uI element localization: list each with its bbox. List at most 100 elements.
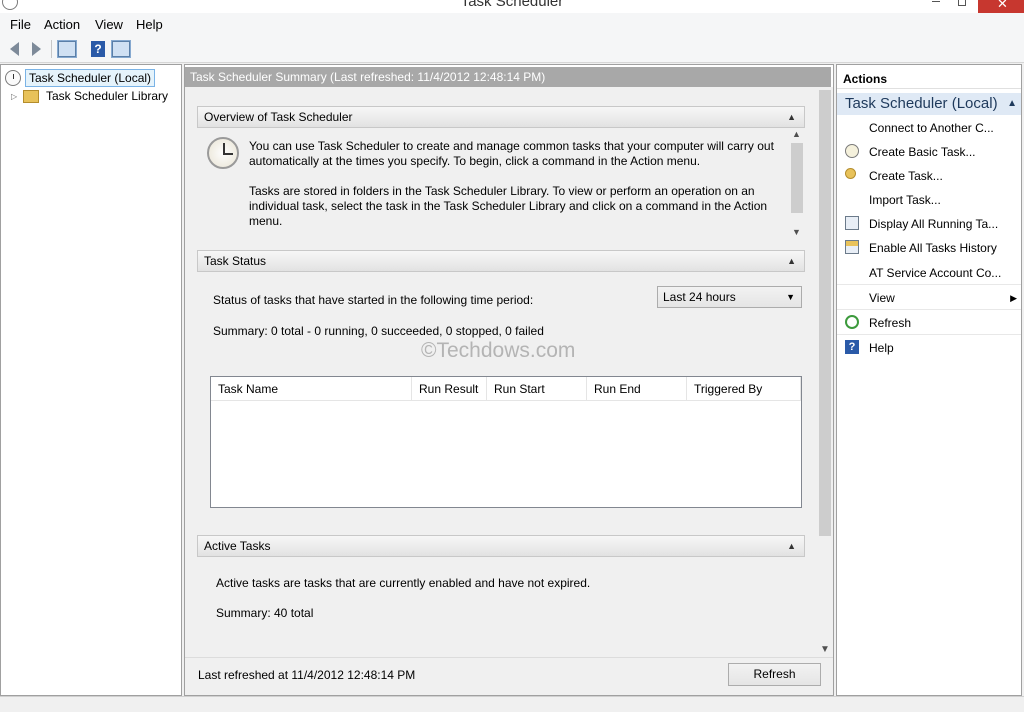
tree-item-task-scheduler-library[interactable]: ▷ Task Scheduler Library	[11, 88, 171, 104]
column-header-task-name[interactable]: Task Name	[211, 377, 412, 401]
section-title: Task Status	[204, 254, 267, 268]
summary-scrollbar[interactable]: ▼	[817, 87, 833, 657]
overview-paragraph-1: You can use Task Scheduler to create and…	[249, 139, 774, 168]
running-tasks-icon	[845, 216, 859, 230]
period-label: Status of tasks that have started in the…	[213, 293, 534, 307]
refresh-button[interactable]: Refresh	[728, 663, 821, 686]
menu-file[interactable]: File	[10, 17, 31, 32]
refresh-icon	[845, 315, 859, 329]
overview-paragraph-2: Tasks are stored in folders in the Task …	[249, 184, 768, 228]
tree-item-label: Task Scheduler (Local)	[25, 69, 156, 87]
expand-arrow-icon[interactable]: ▷	[11, 92, 21, 101]
menu-view[interactable]: View	[95, 17, 123, 32]
summary-body: Overview of Task Scheduler ▲ You can use…	[185, 87, 817, 657]
action-enable-tasks-history[interactable]: Enable All Tasks History	[837, 236, 1021, 260]
column-header-triggered-by[interactable]: Triggered By	[687, 377, 801, 401]
show-hide-console-tree-button[interactable]	[57, 39, 77, 59]
back-arrow-icon	[9, 42, 19, 56]
scroll-down-icon[interactable]: ▼	[820, 644, 830, 655]
collapse-icon[interactable]: ▲	[787, 251, 796, 271]
action-view[interactable]: View ▶	[837, 286, 1021, 310]
maximize-button[interactable]	[958, 0, 966, 6]
watermark: ©Techdows.com	[421, 339, 576, 362]
help-button[interactable]: ?	[88, 39, 108, 59]
active-tasks-description: Active tasks are tasks that are currentl…	[216, 576, 591, 590]
time-period-select[interactable]: Last 24 hours ▼	[657, 286, 802, 308]
last-refreshed-text: Last refreshed at 11/4/2012 12:48:14 PM	[198, 668, 416, 682]
summary-pane: Task Scheduler Summary (Last refreshed: …	[184, 64, 834, 696]
section-title: Active Tasks	[204, 539, 271, 553]
submenu-arrow-icon: ▶	[1010, 293, 1017, 303]
task-status-table[interactable]: Task Name Run Result Run Start Run End T…	[210, 376, 802, 508]
toolbar-separator	[51, 40, 52, 58]
actions-heading: Actions	[837, 69, 1021, 89]
task-status-summary: Summary: 0 total - 0 running, 0 succeede…	[213, 324, 544, 338]
action-connect-to-another-computer[interactable]: Connect to Another C...	[837, 116, 1021, 140]
action-label: Refresh	[869, 316, 912, 330]
overview-content: You can use Task Scheduler to create and…	[197, 129, 805, 237]
action-label: Help	[869, 341, 894, 355]
toolbar: ?	[0, 36, 1024, 63]
action-create-basic-task[interactable]: Create Basic Task...	[837, 140, 1021, 164]
close-button[interactable]: ✕	[978, 0, 1024, 13]
task-status-section-header[interactable]: Task Status ▲	[197, 250, 805, 272]
window-title: Task Scheduler	[460, 0, 564, 10]
scroll-thumb[interactable]	[819, 90, 831, 536]
active-tasks-summary: Summary: 40 total	[216, 606, 314, 620]
collapse-icon[interactable]: ▲	[787, 536, 796, 556]
minimize-button[interactable]	[932, 0, 940, 2]
action-label: Connect to Another C...	[869, 121, 994, 135]
console-tree: Task Scheduler (Local) ▷ Task Scheduler …	[0, 64, 182, 696]
show-hide-action-pane-button[interactable]	[111, 39, 131, 59]
collapse-icon[interactable]: ▲	[1007, 93, 1017, 115]
back-button[interactable]	[4, 39, 24, 59]
action-label: Create Task...	[869, 169, 943, 183]
basic-task-icon	[845, 144, 859, 158]
scroll-up-icon[interactable]: ▲	[792, 129, 801, 139]
scroll-down-icon[interactable]: ▼	[792, 227, 801, 237]
column-header-run-end[interactable]: Run End	[587, 377, 687, 401]
task-scheduler-clock-icon	[207, 137, 239, 169]
actions-group-header[interactable]: Task Scheduler (Local) ▲	[837, 93, 1021, 115]
section-title: Overview of Task Scheduler	[204, 110, 353, 124]
status-bar	[0, 696, 1024, 712]
active-tasks-section-header[interactable]: Active Tasks ▲	[197, 535, 805, 557]
menu-help[interactable]: Help	[136, 17, 163, 32]
scroll-thumb[interactable]	[791, 143, 803, 213]
overview-scrollbar[interactable]: ▲ ▼	[789, 129, 805, 237]
actions-group-title: Task Scheduler (Local)	[845, 95, 998, 112]
tree-item-label: Task Scheduler Library	[46, 89, 169, 103]
forward-button[interactable]	[26, 39, 46, 59]
active-tasks-content: Active tasks are tasks that are currentl…	[197, 558, 805, 638]
help-icon: ?	[845, 340, 859, 354]
action-at-service-account[interactable]: AT Service Account Co...	[837, 261, 1021, 285]
summary-footer: Last refreshed at 11/4/2012 12:48:14 PM …	[185, 657, 833, 695]
help-icon: ?	[91, 41, 105, 57]
action-help[interactable]: ? Help	[837, 336, 1021, 360]
collapse-icon[interactable]: ▲	[787, 107, 796, 127]
menu-bar: File Action View Help	[0, 13, 1024, 36]
forward-arrow-icon	[31, 42, 41, 56]
tree-item-task-scheduler-local[interactable]: Task Scheduler (Local)	[5, 69, 156, 87]
clock-icon	[5, 70, 21, 86]
folder-clock-icon	[23, 89, 39, 103]
action-label: Create Basic Task...	[869, 145, 976, 159]
action-import-task[interactable]: Import Task...	[837, 188, 1021, 212]
title-bar: Task Scheduler ✕	[0, 0, 1024, 13]
actions-pane: Actions Task Scheduler (Local) ▲ Connect…	[836, 64, 1022, 696]
action-display-running-tasks[interactable]: Display All Running Ta...	[837, 212, 1021, 236]
chevron-down-icon: ▼	[786, 292, 795, 302]
action-label: View	[869, 291, 895, 305]
create-task-icon	[845, 168, 856, 179]
action-create-task[interactable]: Create Task...	[837, 164, 1021, 188]
time-period-value: Last 24 hours	[663, 290, 736, 304]
close-icon: ✕	[997, 0, 1008, 11]
menu-action[interactable]: Action	[44, 17, 80, 32]
action-refresh[interactable]: Refresh	[837, 311, 1021, 335]
column-header-run-start[interactable]: Run Start	[487, 377, 587, 401]
action-label: Display All Running Ta...	[869, 217, 999, 231]
console-tree-icon	[57, 40, 77, 58]
column-header-run-result[interactable]: Run Result	[412, 377, 487, 401]
action-pane-icon	[111, 40, 131, 58]
overview-section-header[interactable]: Overview of Task Scheduler ▲	[197, 106, 805, 128]
